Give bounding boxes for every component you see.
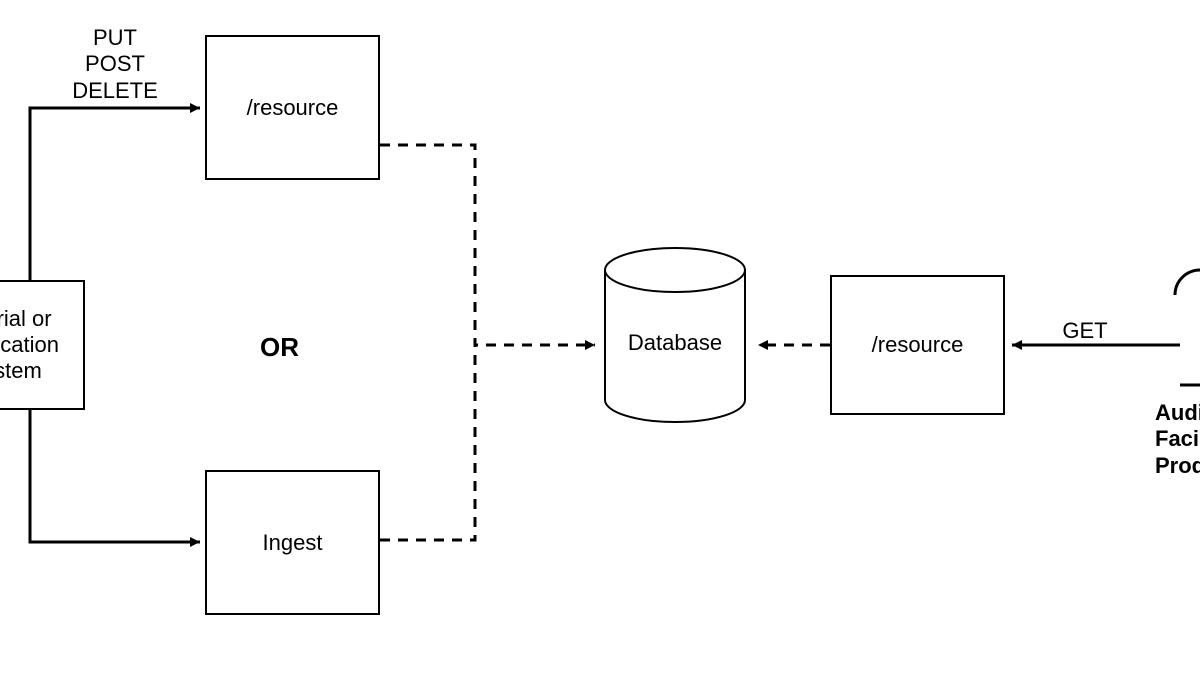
database-label: Database <box>625 330 725 356</box>
resource-output-node: /resource <box>830 275 1005 415</box>
editorial-system-label: itorial or ublication ystem <box>0 306 59 384</box>
editorial-to-resource-arrow <box>30 108 200 280</box>
resource-to-database-dashed <box>380 145 595 345</box>
audience-product-label: Audience Facing Product <box>1155 400 1200 479</box>
get-label: GET <box>1055 318 1115 344</box>
resource-input-node: /resource <box>205 35 380 180</box>
ingest-node: Ingest <box>205 470 380 615</box>
editorial-system-node: itorial or ublication ystem <box>0 280 85 410</box>
or-label: OR <box>260 332 299 363</box>
ingest-to-database-dashed <box>380 345 475 540</box>
editorial-to-ingest-arrow <box>30 410 200 542</box>
audience-icon-partial <box>1175 270 1200 385</box>
database-cylinder <box>0 0 1200 675</box>
resource-input-label: /resource <box>247 95 339 121</box>
resource-output-label: /resource <box>872 332 964 358</box>
ingest-label: Ingest <box>263 530 323 556</box>
put-post-delete-label: PUT POST DELETE <box>55 25 175 104</box>
